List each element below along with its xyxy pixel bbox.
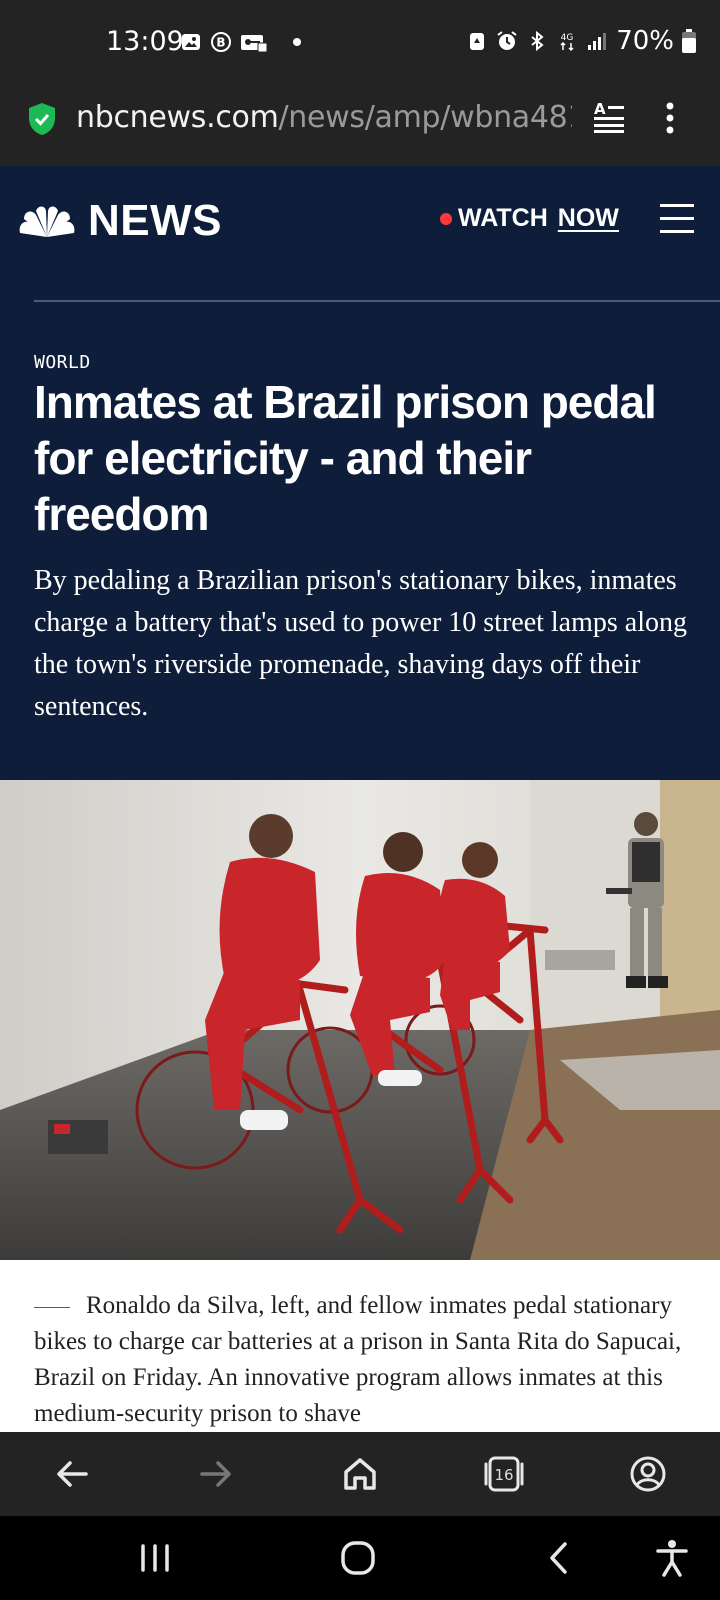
article-photo: [0, 780, 720, 1260]
site-header: NEWS WATCH NOW: [0, 166, 720, 300]
battery-percent: 70%: [616, 26, 674, 56]
svg-text:4G: 4G: [561, 33, 574, 43]
recent-apps-icon[interactable]: [138, 1538, 172, 1578]
more-notifications-dot-icon: [293, 38, 301, 46]
section-label[interactable]: WORLD: [34, 352, 91, 373]
watch-label: WATCH: [458, 204, 548, 232]
now-label: NOW: [557, 204, 619, 232]
secure-shield-icon[interactable]: [28, 102, 56, 136]
status-time: 13:09: [106, 26, 184, 57]
svg-text:A: A: [594, 100, 606, 118]
live-dot-icon: [440, 212, 452, 225]
address-bar[interactable]: nbcnews.com/news/amp/wbna481 A: [0, 86, 720, 166]
key-badge-icon: [241, 35, 268, 53]
article-dek: By pedaling a Brazilian prison's station…: [34, 565, 687, 722]
alarm-icon: [497, 31, 517, 50]
hamburger-menu-icon[interactable]: [660, 204, 694, 243]
account-icon[interactable]: [628, 1454, 668, 1494]
caption-text: Ronaldo da Silva, left, and fellow inmat…: [34, 1292, 682, 1427]
peacock-icon: [19, 206, 75, 237]
home-circle-icon[interactable]: [338, 1538, 378, 1578]
news-wordmark: NEWS: [88, 196, 222, 245]
battery-saver-icon: [470, 33, 485, 50]
home-icon[interactable]: [340, 1454, 380, 1494]
system-navigation-bar: [0, 1516, 720, 1600]
inmates-on-bikes-illustration: [0, 780, 720, 1260]
url-host: nbcnews.com: [76, 100, 279, 135]
gallery-icon: [182, 34, 200, 50]
url-path: /news/amp/wbna481: [278, 100, 573, 135]
article-header: WORLD Inmates at Brazil prison pedal for…: [0, 300, 720, 780]
system-status: 4G 70%: [466, 26, 696, 56]
header-divider: [34, 300, 720, 302]
system-back-icon[interactable]: [546, 1538, 572, 1578]
b-badge-icon: B: [211, 32, 231, 52]
tabs-count: 16: [494, 1466, 513, 1484]
reader-mode-icon[interactable]: A: [592, 100, 626, 134]
status-bar: 13:09 B 4G 70%: [0, 0, 720, 86]
forward-arrow-icon[interactable]: [196, 1454, 236, 1494]
back-arrow-icon[interactable]: [52, 1454, 92, 1494]
overflow-menu-icon[interactable]: [664, 98, 676, 138]
photo-caption: Ronaldo da Silva, left, and fellow inmat…: [34, 1288, 694, 1432]
watch-now-link[interactable]: WATCH NOW: [440, 204, 619, 233]
nbc-news-logo[interactable]: NEWS: [18, 196, 222, 246]
network-4g-icon: 4G: [560, 33, 574, 52]
caption-rule: [34, 1306, 70, 1308]
article-headline: Inmates at Brazil prison pedal for elect…: [34, 376, 657, 540]
tabs-icon[interactable]: 16: [482, 1454, 526, 1494]
photo-caption-area: Ronaldo da Silva, left, and fellow inmat…: [0, 1260, 720, 1432]
accessibility-icon[interactable]: [652, 1538, 692, 1578]
signal-icon: [588, 33, 607, 50]
battery-icon: [682, 29, 696, 53]
svg-text:B: B: [216, 36, 225, 50]
browser-toolbar: 16: [0, 1432, 720, 1516]
url-text[interactable]: nbcnews.com/news/amp/wbna481: [76, 100, 572, 135]
notification-icons: B: [180, 31, 308, 53]
bluetooth-icon: [531, 30, 544, 52]
